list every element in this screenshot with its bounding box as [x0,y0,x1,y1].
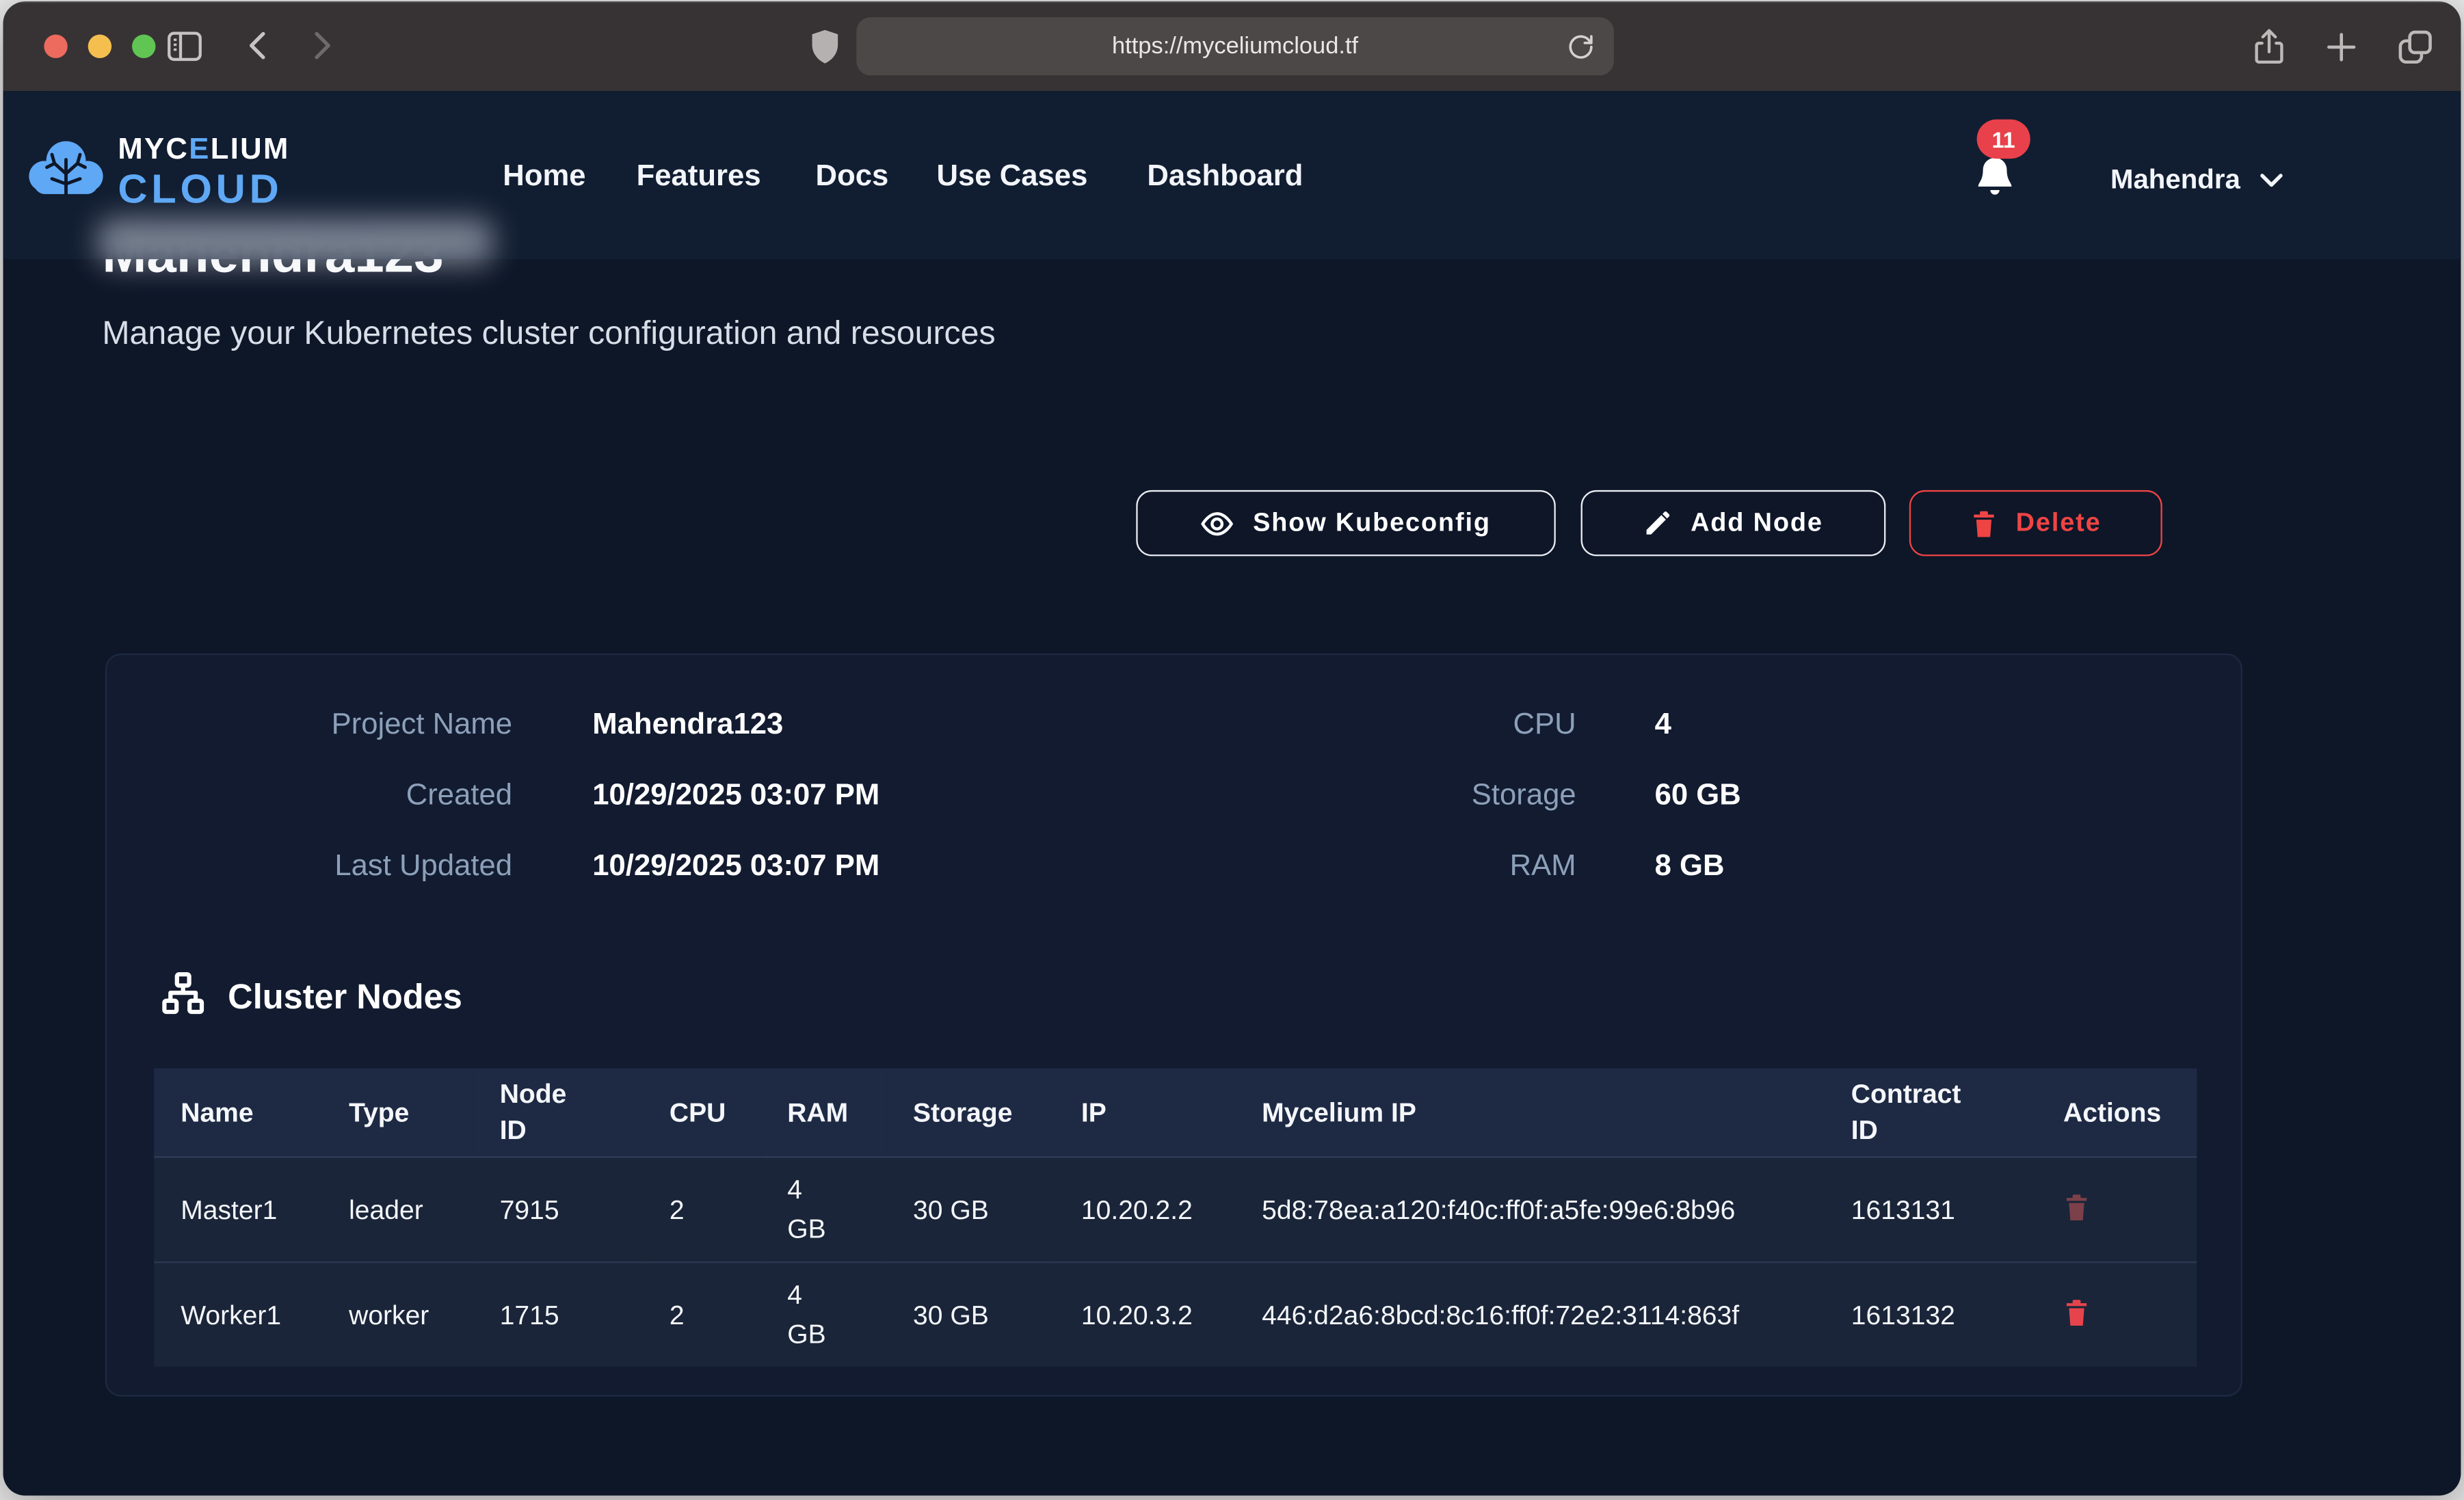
col-type: Type [322,1069,473,1157]
col-name: Name [154,1069,322,1157]
cell-actions [2037,1157,2197,1262]
cell-storage: 30 GB [886,1157,1055,1262]
show-kubeconfig-label: Show Kubeconfig [1253,508,1491,538]
delete-label: Delete [2016,508,2102,538]
cell-ip: 10.20.3.2 [1055,1262,1235,1367]
logo-text: MYCELIUM CLOUD [118,134,289,208]
cell-type: worker [322,1262,473,1367]
site-navbar: MYCELIUM CLOUD Home Features Docs Use Ca… [3,91,2461,259]
back-icon[interactable] [241,27,278,64]
col-cpu: CPU [643,1069,760,1157]
forward-icon[interactable] [302,27,339,64]
cluster-nodes-title: Cluster Nodes [228,977,462,1018]
cloud-logo-icon [25,133,107,209]
pencil-icon [1643,509,1671,537]
cell-contract-id: 1613132 [1825,1262,2037,1367]
new-tab-icon[interactable] [2322,27,2360,75]
url-bar[interactable]: https://myceliumcloud.tf [856,17,1614,75]
project-name-label: Project Name [154,706,512,745]
col-storage: Storage [886,1069,1055,1157]
col-ram: RAM [760,1069,886,1157]
storage-label: Storage [1262,776,1576,815]
cluster-nodes-heading: Cluster Nodes [159,969,462,1026]
close-button[interactable] [44,35,67,58]
hierarchy-icon [159,969,207,1026]
cell-ram: 4 GB [760,1262,886,1367]
zoom-button[interactable] [132,35,155,58]
col-mycelium-ip: Mycelium IP [1235,1069,1825,1157]
notification-badge: 11 [1977,120,2030,159]
eye-icon [1201,507,1234,539]
show-kubeconfig-button[interactable]: Show Kubeconfig [1136,490,1556,557]
table-row: Worker1 worker 1715 2 4 GB 30 GB 10.20.3… [154,1262,2197,1367]
cell-storage: 30 GB [886,1262,1055,1367]
project-card: Project Name Mahendra123 Created 10/29/2… [105,654,2242,1397]
cell-contract-id: 1613131 [1825,1157,2037,1262]
sidebar-icon[interactable] [165,27,204,66]
screenshot-stage: https://myceliumcloud.tf [0,0,2464,1500]
cluster-nodes-table: Name Type Node ID CPU RAM Storage IP Myc… [154,1069,2197,1367]
ram-value: 8 GB [1655,847,1725,886]
col-contract-id: Contract ID [1825,1069,2037,1157]
cell-ram: 4 GB [760,1157,886,1262]
cell-type: leader [322,1157,473,1262]
site-logo[interactable]: MYCELIUM CLOUD [25,133,290,209]
page-subtitle: Manage your Kubernetes cluster configura… [102,316,995,353]
cell-cpu: 2 [643,1157,760,1262]
chrome-right-icons [2250,27,2435,75]
add-node-button[interactable]: Add Node [1581,490,1886,557]
chevron-down-icon [2259,163,2282,196]
cell-cpu: 2 [643,1262,760,1367]
last-updated-value: 10/29/2025 03:07 PM [592,847,879,886]
cpu-value: 4 [1655,706,1671,745]
delete-cluster-button[interactable]: Delete [1909,490,2162,557]
col-actions: Actions [2037,1069,2197,1157]
delete-node-button[interactable] [2063,1298,2090,1332]
cell-node-id: 7915 [473,1157,643,1262]
user-menu[interactable]: Mahendra [2110,163,2283,196]
cell-mycelium-ip: 446:d2a6:8bcd:8c16:ff0f:72e2:3114:863f [1235,1262,1825,1367]
cell-name: Master1 [154,1157,322,1262]
table-row: Master1 leader 7915 2 4 GB 30 GB 10.20.2… [154,1157,2197,1262]
cpu-label: CPU [1262,706,1576,745]
col-node-id: Node ID [473,1069,643,1157]
created-value: 10/29/2025 03:07 PM [592,776,879,815]
minimize-button[interactable] [88,35,111,58]
bell-icon [1974,179,2016,206]
nav-link-features[interactable]: Features [637,160,761,195]
cell-ip: 10.20.2.2 [1055,1157,1235,1262]
cell-actions [2037,1262,2197,1367]
nav-link-docs[interactable]: Docs [816,160,889,195]
delete-node-button[interactable] [2063,1192,2090,1227]
trash-icon [2063,1309,2090,1332]
user-name: Mahendra [2110,163,2240,196]
nav-link-use-cases[interactable]: Use Cases [936,160,1087,195]
created-label: Created [154,776,512,815]
cell-node-id: 1715 [473,1262,643,1367]
trash-icon [1970,508,1997,538]
title-blur-artifact [97,218,493,265]
traffic-lights [44,35,155,58]
add-node-label: Add Node [1691,508,1823,538]
share-icon[interactable] [2250,27,2288,75]
last-updated-label: Last Updated [154,847,512,886]
url-text: https://myceliumcloud.tf [1112,33,1358,59]
web-page: Mahendra123 [3,91,2461,1495]
col-ip: IP [1055,1069,1235,1157]
trash-icon [2063,1203,2090,1227]
browser-chrome: https://myceliumcloud.tf [3,1,2461,92]
nav-link-home[interactable]: Home [503,160,585,195]
tab-overview-icon[interactable] [2395,27,2436,75]
table-header-row: Name Type Node ID CPU RAM Storage IP Myc… [154,1069,2197,1157]
storage-value: 60 GB [1655,776,1741,815]
ram-label: RAM [1262,847,1576,886]
shield-icon [808,28,843,66]
browser-window: https://myceliumcloud.tf [3,1,2461,1495]
cell-mycelium-ip: 5d8:78ea:a120:f40c:ff0f:a5fe:99e6:8b96 [1235,1157,1825,1262]
notifications-button[interactable]: 11 [1974,154,2016,207]
nav-link-dashboard[interactable]: Dashboard [1147,160,1303,195]
cell-name: Worker1 [154,1262,322,1367]
reload-icon[interactable] [1565,30,1597,69]
project-name-value: Mahendra123 [592,706,783,745]
